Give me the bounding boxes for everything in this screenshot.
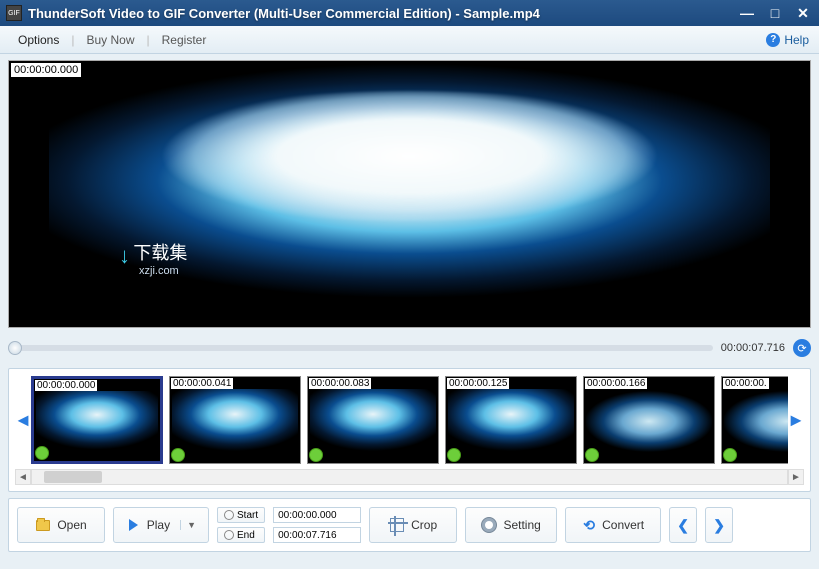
play-dropdown-icon[interactable]: ▼	[180, 520, 196, 530]
thumbnail-image	[310, 389, 436, 461]
crop-button[interactable]: Crop	[369, 507, 457, 543]
menu-register[interactable]: Register	[154, 29, 215, 51]
help-label: Help	[784, 33, 809, 47]
thumbnail-marker-icon	[35, 446, 49, 460]
thumbnail-image	[448, 389, 574, 461]
chevron-left-icon: ❮	[677, 517, 689, 534]
maximize-button[interactable]: □	[765, 4, 785, 22]
thumbnails-scrollbar: ◄ ►	[15, 469, 804, 485]
thumbnail-marker-icon	[447, 448, 461, 462]
refresh-button[interactable]: ⟳	[793, 339, 811, 357]
thumbnail-marker-icon	[309, 448, 323, 462]
clock-icon	[224, 510, 234, 520]
menu-buy-now[interactable]: Buy Now	[78, 29, 142, 51]
thumbnail-timestamp: 00:00:00.000	[35, 380, 97, 391]
play-button[interactable]: Play ▼	[113, 507, 209, 543]
thumbnail-timestamp: 00:00:00.166	[585, 378, 647, 389]
menu-separator: |	[147, 33, 150, 47]
app-icon: GIF	[6, 5, 22, 21]
scrollbar-track[interactable]	[31, 469, 788, 485]
preview-frame: ↓ 下载集 xzji.com	[49, 61, 770, 327]
play-icon	[126, 517, 141, 533]
action-panel: Open Play ▼ Start End	[8, 498, 811, 552]
watermark-text-cn: 下载集	[133, 243, 187, 263]
play-label: Play	[147, 518, 170, 532]
seek-slider[interactable]	[8, 345, 713, 351]
help-icon: ?	[766, 33, 780, 47]
end-time-field[interactable]: 00:00:07.716	[273, 527, 361, 543]
scroll-right-arrow[interactable]: ►	[788, 469, 804, 485]
convert-icon: ⟲	[582, 518, 596, 532]
start-label: Start	[237, 510, 258, 521]
thumbnail-marker-icon	[723, 448, 737, 462]
video-preview[interactable]: ↓ 下载集 xzji.com 00:00:00.000	[8, 60, 811, 328]
thumbnail-image	[586, 389, 712, 461]
help-button[interactable]: ? Help	[766, 33, 809, 47]
open-label: Open	[57, 518, 86, 532]
frame-thumbnail[interactable]: 00:00:00.083	[307, 376, 439, 464]
convert-label: Convert	[602, 518, 644, 532]
frame-thumbnail[interactable]: 00:00:00.000	[31, 376, 163, 464]
setting-label: Setting	[503, 518, 540, 532]
frame-thumbnail[interactable]: 00:00:00.041	[169, 376, 301, 464]
close-button[interactable]: ✕	[793, 4, 813, 22]
thumbnail-marker-icon	[585, 448, 599, 462]
download-arrow-icon: ↓	[119, 243, 130, 269]
gear-icon	[481, 517, 497, 533]
clock-icon	[224, 530, 234, 540]
thumbnail-timestamp: 00:00:00.	[723, 378, 769, 389]
frame-thumbnail[interactable]: 00:00:00.166	[583, 376, 715, 464]
thumbnails-prev[interactable]: ◄	[15, 375, 31, 465]
titlebar: GIF ThunderSoft Video to GIF Converter (…	[0, 0, 819, 26]
prev-frame-button[interactable]: ❮	[669, 507, 697, 543]
chevron-right-icon: ❯	[713, 517, 725, 534]
seek-thumb[interactable]	[8, 341, 22, 355]
timeline: 00:00:07.716 ⟳	[8, 334, 811, 362]
setting-button[interactable]: Setting	[465, 507, 557, 543]
thumbnails-container: 00:00:00.000 00:00:00.041 00:00:00.083 00:0…	[31, 376, 788, 464]
thumbnail-timestamp: 00:00:00.041	[171, 378, 233, 389]
thumbnail-image	[36, 391, 158, 459]
folder-icon	[35, 517, 51, 533]
frame-thumbnail[interactable]: 00:00:00.	[721, 376, 788, 464]
menu-options[interactable]: Options	[10, 29, 67, 51]
crop-label: Crop	[411, 518, 437, 532]
menu-separator: |	[71, 33, 74, 47]
set-start-button[interactable]: Start	[217, 507, 265, 523]
thumbnail-marker-icon	[171, 448, 185, 462]
watermark: ↓ 下载集 xzji.com	[119, 239, 187, 277]
thumbnail-timestamp: 00:00:00.083	[309, 378, 371, 389]
frame-thumbnail[interactable]: 00:00:00.125	[445, 376, 577, 464]
crop-icon	[389, 517, 405, 533]
preview-timestamp: 00:00:00.000	[11, 63, 81, 77]
window-title: ThunderSoft Video to GIF Converter (Mult…	[28, 6, 737, 21]
scroll-left-arrow[interactable]: ◄	[15, 469, 31, 485]
watermark-url: xzji.com	[139, 265, 187, 277]
minimize-button[interactable]: —	[737, 4, 757, 22]
open-button[interactable]: Open	[17, 507, 105, 543]
menubar: Options | Buy Now | Register ? Help	[0, 26, 819, 54]
next-frame-button[interactable]: ❯	[705, 507, 733, 543]
frame-thumbnails-panel: ◄ 00:00:00.00000:00:00.04100:00:00.08300…	[8, 368, 811, 492]
thumbnail-timestamp: 00:00:00.125	[447, 378, 509, 389]
scrollbar-thumb[interactable]	[44, 471, 102, 483]
thumbnails-next[interactable]: ►	[788, 375, 804, 465]
set-end-button[interactable]: End	[217, 527, 265, 543]
total-duration: 00:00:07.716	[721, 342, 785, 354]
content-area: ↓ 下载集 xzji.com 00:00:00.000 00:00:07.716…	[0, 54, 819, 569]
start-time-field[interactable]: 00:00:00.000	[273, 507, 361, 523]
app-window: GIF ThunderSoft Video to GIF Converter (…	[0, 0, 819, 569]
end-label: End	[237, 530, 255, 541]
thumbnail-image	[172, 389, 298, 461]
convert-button[interactable]: ⟲ Convert	[565, 507, 661, 543]
